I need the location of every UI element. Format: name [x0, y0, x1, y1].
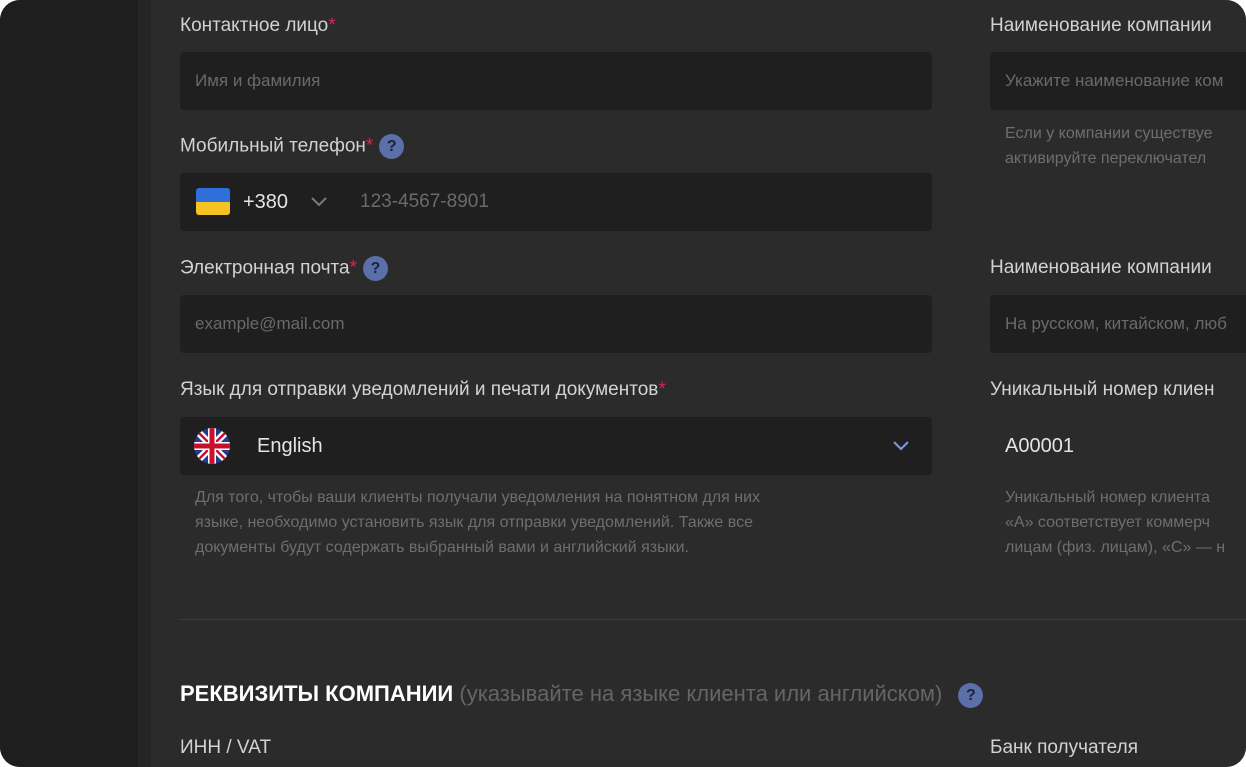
company-name-label: Наименование компании: [990, 15, 1212, 36]
contact-placeholder: Имя и фамилия: [195, 71, 321, 90]
section-divider: [180, 619, 1246, 620]
phone-input[interactable]: 123-4567-8901: [360, 173, 489, 231]
help-icon[interactable]: ?: [379, 134, 405, 159]
sidebar-edge: [138, 0, 151, 767]
hint-line: Для того, чтобы ваши клиенты получали ув…: [195, 489, 761, 506]
company-name-alt-label: Наименование компании: [990, 257, 1212, 278]
language-value: English: [257, 435, 323, 457]
required-mark: *: [328, 15, 336, 36]
hint-line: «А» соответствует коммерч: [1005, 514, 1210, 531]
company-name-hint: Если у компании существуе активируйте пе…: [1005, 121, 1213, 171]
required-mark: *: [349, 257, 357, 279]
hint-line: активируйте переключател: [1005, 150, 1207, 167]
company-name-alt-input[interactable]: На русском, китайском, люб: [990, 295, 1246, 353]
contact-label-text: Контактное лицо: [180, 15, 329, 36]
company-name-alt-placeholder: На русском, китайском, люб: [1005, 314, 1227, 333]
contact-label: Контактное лицо*: [180, 14, 336, 38]
company-name-input[interactable]: Укажите наименование ком: [990, 52, 1246, 110]
uk-flag-icon: [194, 428, 230, 464]
inn-label: ИНН / VAT: [180, 737, 272, 758]
section-title: РЕКВИЗИТЫ КОМПАНИИ (указывайте на языке …: [180, 680, 984, 708]
email-label-text: Электронная почта: [180, 257, 350, 279]
country-code-select[interactable]: +380: [243, 173, 288, 231]
language-label: Язык для отправки уведомлений и печати д…: [180, 378, 666, 402]
hint-line: Уникальный номер клиента: [1005, 489, 1211, 506]
client-id-hint: Уникальный номер клиента «А» соответству…: [1005, 485, 1225, 560]
chevron-down-icon[interactable]: [310, 195, 328, 209]
section-subtitle: (указывайте на языке клиента или английс…: [453, 681, 943, 706]
bank-label: Банк получателя: [990, 737, 1138, 758]
email-label: Электронная почта*?: [180, 256, 388, 281]
phone-label: Мобильный телефон*?: [180, 134, 405, 159]
language-hint: Для того, чтобы ваши клиенты получали ув…: [195, 485, 760, 560]
required-mark: *: [658, 379, 666, 400]
left-sidebar: [0, 0, 138, 767]
app-window: Контактное лицо* Имя и фамилия Мобильный…: [0, 0, 1246, 767]
phone-field: +380 123-4567-8901: [180, 173, 932, 231]
help-icon[interactable]: ?: [958, 682, 984, 708]
section-title-text: РЕКВИЗИТЫ КОМПАНИИ: [180, 681, 454, 706]
contact-input[interactable]: Имя и фамилия: [180, 52, 932, 110]
language-select[interactable]: English: [180, 417, 932, 475]
hint-line: Если у компании существуе: [1005, 125, 1213, 142]
email-input[interactable]: example@mail.com: [180, 295, 932, 353]
hint-line: языке, необходимо установить язык для от…: [195, 514, 753, 531]
language-label-text: Язык для отправки уведомлений и печати д…: [180, 379, 659, 400]
help-icon[interactable]: ?: [362, 256, 388, 281]
required-mark: *: [365, 135, 374, 157]
phone-label-text: Мобильный телефон: [180, 135, 366, 157]
ukraine-flag-icon: [196, 188, 230, 215]
client-id-value: A00001: [1005, 435, 1074, 457]
company-name-placeholder: Укажите наименование ком: [1005, 71, 1224, 90]
client-id-label: Уникальный номер клиен: [990, 379, 1215, 400]
email-placeholder: example@mail.com: [195, 314, 345, 333]
chevron-down-icon[interactable]: [892, 439, 910, 453]
hint-line: лицам (физ. лицам), «С» — н: [1005, 539, 1226, 556]
hint-line: документы будут содержать выбранный вами…: [195, 539, 689, 556]
